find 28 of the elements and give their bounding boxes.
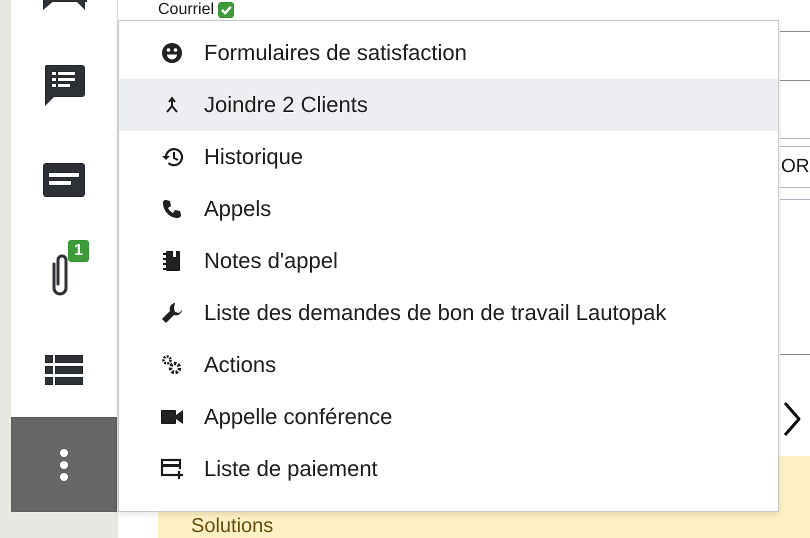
menu-item[interactable]: Formulaires de satisfaction [119,27,778,79]
count-badge: 1 [68,240,89,262]
menu-item[interactable]: Historique [119,131,778,183]
column-heading: OR [781,156,810,178]
sidebar-item[interactable]: 1 [11,227,117,322]
menu-item[interactable]: Notes d'appel [119,235,778,287]
phone-icon [162,199,182,219]
menu-item[interactable]: Appelle conférence [119,391,778,443]
menu-item[interactable]: Joindre 2 Clients [119,79,778,131]
smiley-icon [161,42,183,64]
wrench-icon [161,302,183,324]
email-label: Courriel [158,0,214,18]
more-icon [59,448,69,482]
menu-item[interactable]: Liste des demandes de bon de travail Lautopak [119,287,778,339]
gears-icon [161,354,183,376]
merge-icon [164,96,180,114]
notebook-icon [163,250,181,272]
menu-item[interactable]: Appels [119,183,778,235]
list-icon [45,354,83,384]
chat-icon [41,0,87,12]
panel-title: Solutions [191,515,274,538]
video-camera-icon [161,410,183,424]
message-icon [42,162,86,198]
menu-item[interactable]: Actions [119,339,778,391]
history-icon [161,147,183,167]
card-add-icon [160,458,184,480]
menu-item[interactable]: Liste de paiement [119,443,778,495]
chevron-right-icon[interactable] [781,399,801,439]
